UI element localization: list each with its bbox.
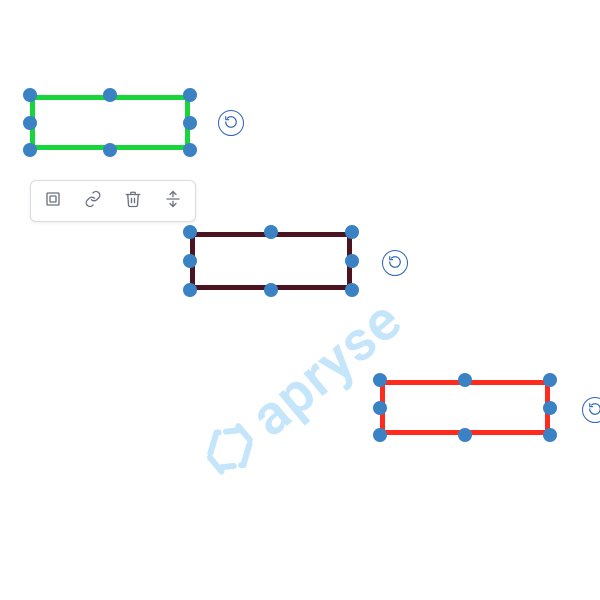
rect-shape bbox=[190, 232, 352, 290]
rotate-handle[interactable] bbox=[582, 397, 600, 423]
rotate-handle[interactable] bbox=[218, 110, 244, 136]
link-icon bbox=[84, 190, 102, 212]
resize-handle-tr[interactable] bbox=[543, 373, 557, 387]
watermark-logo-icon bbox=[188, 407, 273, 492]
resize-handle-ml[interactable] bbox=[183, 254, 197, 268]
resize-handle-br[interactable] bbox=[543, 428, 557, 442]
rotate-icon bbox=[224, 114, 238, 133]
resize-handle-bm[interactable] bbox=[264, 283, 278, 297]
resize-handle-tm[interactable] bbox=[103, 88, 117, 102]
resize-handle-tr[interactable] bbox=[345, 225, 359, 239]
resize-handle-ml[interactable] bbox=[373, 401, 387, 415]
rotate-handle[interactable] bbox=[382, 250, 408, 276]
resize-handle-tr[interactable] bbox=[183, 88, 197, 102]
resize-handle-mr[interactable] bbox=[543, 401, 557, 415]
resize-handle-tl[interactable] bbox=[23, 88, 37, 102]
resize-handle-tm[interactable] bbox=[458, 373, 472, 387]
rect-shape bbox=[30, 95, 190, 150]
resize-handle-tl[interactable] bbox=[373, 373, 387, 387]
resize-handle-bl[interactable] bbox=[183, 283, 197, 297]
rotate-icon bbox=[388, 254, 402, 273]
resize-handle-br[interactable] bbox=[345, 283, 359, 297]
annotation-rect-green[interactable] bbox=[30, 95, 190, 150]
resize-handle-bm[interactable] bbox=[103, 143, 117, 157]
annotation-rect-darkred[interactable] bbox=[190, 232, 352, 290]
group-button[interactable] bbox=[157, 185, 189, 217]
resize-handle-bm[interactable] bbox=[458, 428, 472, 442]
resize-handle-br[interactable] bbox=[183, 143, 197, 157]
delete-button[interactable] bbox=[117, 185, 149, 217]
resize-handle-tl[interactable] bbox=[183, 225, 197, 239]
rect-shape bbox=[380, 380, 550, 435]
group-icon bbox=[164, 190, 182, 212]
resize-handle-mr[interactable] bbox=[345, 254, 359, 268]
resize-handle-bl[interactable] bbox=[373, 428, 387, 442]
resize-handle-ml[interactable] bbox=[23, 116, 37, 130]
style-button[interactable] bbox=[37, 185, 69, 217]
resize-handle-bl[interactable] bbox=[23, 143, 37, 157]
resize-handle-tm[interactable] bbox=[264, 225, 278, 239]
link-button[interactable] bbox=[77, 185, 109, 217]
annotation-rect-red[interactable] bbox=[380, 380, 550, 435]
annotation-toolbar bbox=[30, 180, 196, 222]
rotate-icon bbox=[588, 401, 600, 420]
trash-icon bbox=[124, 190, 142, 212]
editor-canvas[interactable]: apryse bbox=[0, 0, 600, 600]
resize-handle-mr[interactable] bbox=[183, 116, 197, 130]
style-icon bbox=[44, 190, 62, 212]
